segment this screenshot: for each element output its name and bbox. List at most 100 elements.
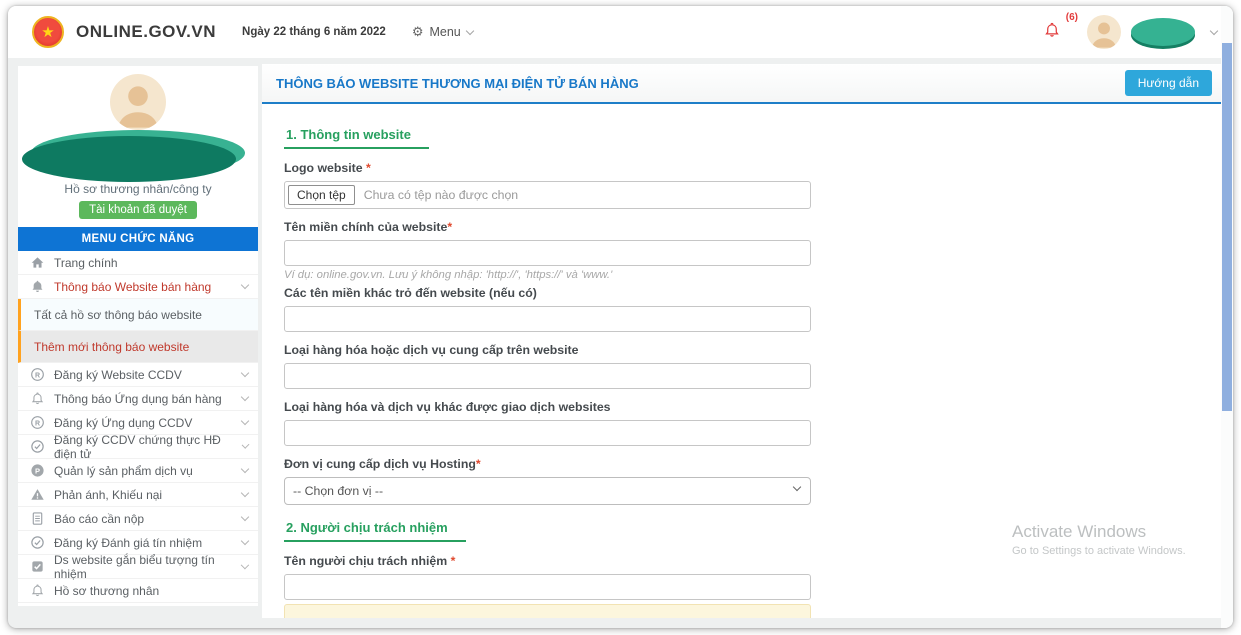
chevron-down-icon[interactable] (1209, 26, 1219, 35)
header-date: Ngày 22 tháng 6 năm 2022 (242, 26, 386, 38)
required-asterisk: * (447, 554, 456, 568)
sidebar-item-bao-cao-can-nop[interactable]: Báo cáo cần nộp (18, 507, 258, 531)
bell-outline-icon (31, 584, 44, 597)
chevron-down-icon (240, 512, 250, 522)
user-avatar[interactable] (1087, 15, 1121, 49)
sidebar-item-dang-ky-ccdv-chung-thuc[interactable]: Đăng ký CCDV chứng thực HĐ điện tử (18, 433, 258, 461)
required-asterisk: * (447, 220, 453, 234)
info-alert-box (284, 604, 811, 618)
chevron-down-icon (240, 392, 250, 402)
chevron-down-icon (241, 440, 250, 450)
logo-file-input[interactable]: Chọn tệp Chưa có tệp nào được chọn (284, 181, 811, 209)
header-menu-label: Menu (429, 25, 461, 39)
header-right-cluster: (6) (1043, 12, 1219, 49)
chevron-down-icon (465, 26, 475, 35)
hosting-select[interactable]: -- Chọn đơn vị -- (284, 477, 811, 505)
notification-count-badge: (6) (1065, 11, 1078, 23)
hosting-label: Đơn vị cung cấp dịch vụ Hosting* (284, 457, 481, 471)
notification-bell-button[interactable]: (6) (1043, 12, 1078, 44)
scrollbar-thumb[interactable] (1222, 43, 1232, 411)
svg-text:R: R (35, 420, 40, 427)
other-domains-input[interactable] (284, 306, 811, 332)
person-icon (118, 86, 158, 128)
responsible-name-input[interactable] (284, 574, 811, 600)
chevron-down-icon (241, 560, 250, 570)
person-icon (1091, 22, 1117, 48)
sidebar-item-trang-chinh[interactable]: Trang chính (18, 251, 258, 275)
vietnam-emblem-logo[interactable]: ★ (32, 16, 64, 48)
goods-input[interactable] (284, 363, 811, 389)
other-domains-group: Các tên miền khác trỏ đến website (nếu c… (284, 286, 811, 332)
form-body: 1. Thông tin website Logo website * Chọn… (262, 106, 1224, 618)
chevron-down-icon (240, 280, 250, 290)
account-status-badge: Tài khoản đã duyệt (79, 201, 197, 219)
sidebar: Hồ sơ thương nhân/công ty Tài khoản đã d… (18, 66, 258, 606)
profile-company-link[interactable]: Hồ sơ thương nhân/công ty (18, 182, 258, 196)
required-asterisk: * (362, 161, 371, 175)
primary-domain-label: Tên miền chính của website* (284, 220, 453, 234)
sidebar-subitem-them-moi[interactable]: Thêm mới thông báo website (18, 331, 258, 363)
section-title-responsible-person: 2. Người chịu trách nhiệm (284, 520, 466, 542)
chevron-down-icon (240, 368, 250, 378)
hosting-group: Đơn vị cung cấp dịch vụ Hosting* -- Chọn… (284, 457, 811, 505)
help-button[interactable]: Hướng dẫn (1124, 70, 1212, 96)
sidebar-menu-header: MENU CHỨC NĂNG (18, 227, 258, 251)
header-menu-dropdown[interactable]: ⚙ Menu (411, 24, 475, 40)
sidebar-item-dang-ky-website-ccdv[interactable]: R Đăng ký Website CCDV (18, 363, 258, 387)
goods-group: Loại hàng hóa hoặc dịch vụ cung cấp trên… (284, 343, 811, 389)
required-asterisk: * (475, 457, 481, 471)
other-domains-label: Các tên miền khác trỏ đến website (nếu c… (284, 286, 537, 300)
registered-icon: R (31, 368, 44, 381)
responsible-name-label: Tên người chịu trách nhiệm * (284, 554, 456, 568)
logo-website-group: Logo website * Chọn tệp Chưa có tệp nào … (284, 161, 811, 209)
hosting-select-wrap: -- Chọn đơn vị -- (284, 477, 811, 505)
page-title: THÔNG BÁO WEBSITE THƯƠNG MẠI ĐIỆN TỬ BÁN… (276, 75, 639, 91)
sidebar-item-phan-anh-khieu-nai[interactable]: Phản ánh, Khiếu nại (18, 483, 258, 507)
check-circle-icon (31, 536, 44, 549)
other-goods-input[interactable] (284, 420, 811, 446)
username-redaction-overlay (1131, 18, 1195, 46)
warning-icon (31, 489, 44, 500)
bell-icon (1045, 22, 1059, 37)
top-header-bar: ★ ONLINE.GOV.VN Ngày 22 tháng 6 năm 2022… (8, 6, 1233, 58)
main-title-bar: THÔNG BÁO WEBSITE THƯƠNG MẠI ĐIỆN TỬ BÁN… (262, 64, 1224, 104)
checkbox-icon (32, 561, 43, 572)
sidebar-subitem-tat-ca-ho-so[interactable]: Tất cả hồ sơ thông báo website (18, 299, 258, 331)
bell-outline-icon (31, 392, 44, 405)
svg-text:P: P (35, 466, 40, 475)
chevron-down-icon (240, 464, 250, 474)
section-title-website-info: 1. Thông tin website (284, 127, 429, 149)
sidebar-item-thong-bao-ung-dung[interactable]: Thông báo Ứng dụng bán hàng (18, 387, 258, 411)
responsible-name-group: Tên người chịu trách nhiệm * (284, 554, 811, 600)
main-content-card: THÔNG BÁO WEBSITE THƯƠNG MẠI ĐIỆN TỬ BÁN… (262, 64, 1224, 618)
profile-avatar (110, 74, 166, 130)
other-goods-group: Loại hàng hóa và dịch vụ khác được giao … (284, 400, 811, 446)
p-circle-icon: P (31, 464, 44, 477)
chevron-down-icon (240, 488, 250, 498)
chevron-down-icon (240, 416, 250, 426)
chevron-down-icon (240, 536, 250, 546)
primary-domain-input[interactable] (284, 240, 811, 266)
site-brand[interactable]: ONLINE.GOV.VN (76, 22, 216, 42)
choose-file-button[interactable]: Chọn tệp (288, 185, 355, 205)
scrollbar-track[interactable] (1221, 6, 1233, 628)
browser-page: ★ ONLINE.GOV.VN Ngày 22 tháng 6 năm 2022… (8, 6, 1233, 628)
sidebar-item-thong-bao-website[interactable]: Thông báo Website bán hàng (18, 275, 258, 299)
gear-icon: ⚙ (411, 24, 424, 39)
svg-text:R: R (35, 372, 40, 379)
check-circle-icon (31, 440, 44, 453)
goods-label: Loại hàng hóa hoặc dịch vụ cung cấp trên… (284, 343, 579, 357)
sidebar-item-quan-ly-san-pham[interactable]: P Quản lý sản phẩm dịch vụ (18, 459, 258, 483)
primary-domain-group: Tên miền chính của website* Ví dụ: onlin… (284, 220, 811, 281)
registered-icon: R (31, 416, 44, 429)
domain-hint: Ví dụ: online.gov.vn. Lưu ý không nhập: … (284, 269, 613, 281)
sidebar-item-dang-ky-danh-gia[interactable]: Đăng ký Đánh giá tín nhiệm (18, 531, 258, 555)
profile-name-redaction-overlay (22, 130, 245, 182)
report-icon (32, 512, 43, 525)
home-icon (31, 257, 44, 268)
sidebar-item-ds-website-tin-nhiem[interactable]: Ds website gắn biểu tượng tín nhiệm (18, 553, 258, 581)
sidebar-item-ho-so-thuong-nhan[interactable]: Hồ sơ thương nhân (18, 579, 258, 603)
other-goods-label: Loại hàng hóa và dịch vụ khác được giao … (284, 400, 611, 414)
sidebar-item-dang-ky-ung-dung-ccdv[interactable]: R Đăng ký Ứng dụng CCDV (18, 411, 258, 435)
logo-website-label: Logo website * (284, 161, 371, 175)
